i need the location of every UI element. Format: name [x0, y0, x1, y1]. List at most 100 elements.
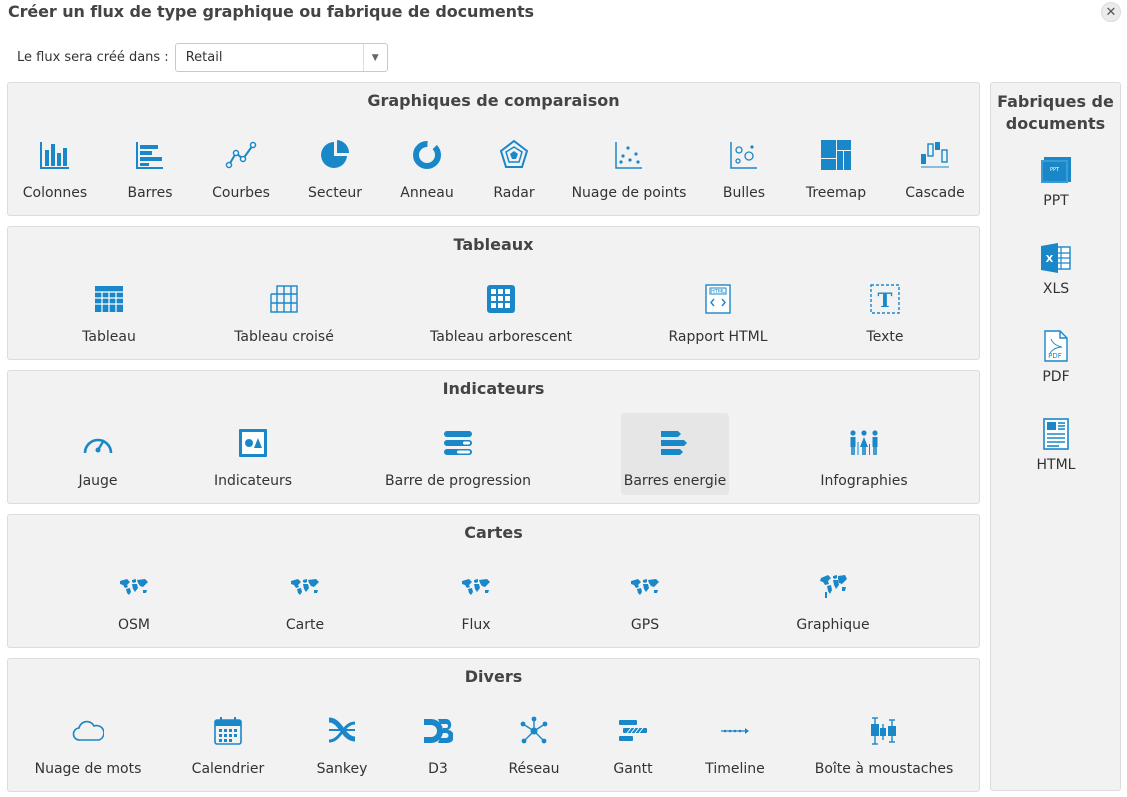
dialog-title: Créer un flux de type graphique ou fabri…: [8, 2, 534, 21]
close-button[interactable]: ✕: [1101, 2, 1121, 22]
energy-bars-icon: [658, 426, 692, 460]
section-title: Indicateurs: [442, 379, 545, 398]
section-document-factories: Fabriques de documents PPT PPT X XLS PDF…: [990, 82, 1121, 791]
cloud-icon: [71, 714, 105, 748]
chart-type-radar[interactable]: Radar: [460, 125, 568, 207]
chart-type-lines[interactable]: Courbes: [187, 125, 295, 207]
chart-type-infographics[interactable]: Infographies: [810, 413, 918, 495]
item-label: Rapport HTML: [668, 329, 768, 345]
chart-type-table[interactable]: Tableau: [55, 269, 163, 351]
waterfall-chart-icon: [918, 138, 952, 172]
section-title: Fabriques de documents: [997, 92, 1114, 133]
section-comparison: Graphiques de comparaison Colonnes Barre…: [7, 82, 980, 216]
item-label: Tableau croisé: [234, 329, 334, 345]
chart-type-energy-bars[interactable]: Barres energie: [621, 413, 729, 495]
chart-type-columns[interactable]: Colonnes: [1, 125, 109, 207]
chart-type-tree-table[interactable]: Tableau arborescent: [426, 269, 576, 351]
item-label: Barres energie: [623, 473, 727, 489]
item-label: OSM: [118, 617, 150, 633]
factory-pdf[interactable]: PDF PDF: [1006, 329, 1106, 409]
factory-ppt[interactable]: PPT PPT: [1006, 153, 1106, 233]
item-label: Texte: [866, 329, 904, 345]
section-misc: Divers Nuage de mots Calendrier Sankey D…: [7, 658, 980, 792]
pdf-file-icon: PDF: [1039, 329, 1073, 363]
chart-type-flow[interactable]: Flux: [422, 557, 530, 639]
progress-bar-icon: [441, 426, 475, 460]
chart-type-map[interactable]: Carte: [251, 557, 359, 639]
html-file-icon: [1039, 417, 1073, 451]
pivot-table-icon: [267, 282, 301, 316]
world-map-icon: [628, 570, 662, 604]
chart-type-scatter[interactable]: Nuage de points: [554, 125, 704, 207]
item-label: Sankey: [316, 761, 368, 777]
chart-type-gauge[interactable]: Jauge: [44, 413, 152, 495]
item-label: Réseau: [508, 761, 560, 777]
item-label: Nuage de points: [571, 185, 687, 201]
item-label: Treemap: [805, 185, 867, 201]
target-label: Le flux sera créé dans :: [17, 50, 169, 65]
globe-icon: [816, 570, 850, 604]
target-select[interactable]: Retail ▼: [174, 43, 388, 72]
chart-type-text[interactable]: T Texte: [831, 269, 939, 351]
gantt-icon: [616, 714, 650, 748]
column-chart-icon: [38, 138, 72, 172]
boxplot-icon: [867, 714, 901, 748]
chart-type-network[interactable]: Réseau: [480, 701, 588, 783]
target-select-value: Retail: [185, 50, 223, 65]
ppt-badge: PPT: [1050, 167, 1060, 173]
pdf-badge: PDF: [1048, 352, 1062, 360]
chart-type-graph-map[interactable]: Graphique: [779, 557, 887, 639]
chart-type-kpi[interactable]: Indicateurs: [199, 413, 307, 495]
chart-type-d3[interactable]: D3: [384, 701, 492, 783]
gauge-icon: [81, 426, 115, 460]
chart-type-timeline[interactable]: Timeline: [681, 701, 789, 783]
html-report-icon: HTML: [701, 282, 735, 316]
item-label: Infographies: [820, 473, 908, 489]
svg-text:HTML: HTML: [711, 289, 725, 295]
chart-type-calendar[interactable]: Calendrier: [174, 701, 282, 783]
item-label: Courbes: [212, 185, 270, 201]
chart-type-sankey[interactable]: Sankey: [288, 701, 396, 783]
item-label: D3: [428, 761, 448, 777]
world-map-icon: [288, 570, 322, 604]
item-label: Flux: [461, 617, 491, 633]
chart-type-progress-bar[interactable]: Barre de progression: [383, 413, 533, 495]
treemap-icon: [819, 138, 853, 172]
item-label: XLS: [1042, 281, 1070, 297]
chart-type-osm[interactable]: OSM: [80, 557, 188, 639]
line-chart-icon: [224, 138, 258, 172]
section-tables: Tableaux Tableau Tableau croisé Tableau …: [7, 226, 980, 360]
chart-type-word-cloud[interactable]: Nuage de mots: [34, 701, 142, 783]
factory-xls[interactable]: X XLS: [1006, 241, 1106, 321]
chart-type-gantt[interactable]: Gantt: [579, 701, 687, 783]
chart-type-html-report[interactable]: HTML Rapport HTML: [664, 269, 772, 351]
kpi-icon: [236, 426, 270, 460]
table-icon: [92, 282, 126, 316]
item-label: Carte: [285, 617, 325, 633]
item-label: Jauge: [78, 473, 118, 489]
chart-type-treemap[interactable]: Treemap: [782, 125, 890, 207]
donut-chart-icon: [410, 138, 444, 172]
xls-badge: X: [1046, 254, 1054, 265]
section-title: Divers: [464, 667, 523, 686]
scatter-chart-icon: [612, 138, 646, 172]
bubble-chart-icon: [727, 138, 761, 172]
radar-chart-icon: [497, 138, 531, 172]
section-title: Graphiques de comparaison: [367, 91, 620, 110]
chart-type-gps[interactable]: GPS: [591, 557, 699, 639]
chart-type-boxplot[interactable]: Boîte à moustaches: [809, 701, 959, 783]
sankey-icon: [325, 714, 359, 748]
chart-type-waterfall[interactable]: Cascade: [881, 125, 989, 207]
item-label: HTML: [1036, 457, 1076, 473]
item-label: Graphique: [796, 617, 870, 633]
item-label: Tableau: [82, 329, 136, 345]
ppt-file-icon: PPT: [1039, 153, 1073, 187]
item-label: Gantt: [613, 761, 653, 777]
chevron-down-icon[interactable]: ▼: [362, 44, 387, 71]
section-indicators: Indicateurs Jauge Indicateurs Barre de p…: [7, 370, 980, 504]
factory-html[interactable]: HTML: [1006, 417, 1106, 497]
item-label: PPT: [1043, 193, 1069, 209]
section-title: Tableaux: [453, 235, 534, 254]
section-maps: Cartes OSM Carte Flux GPS Graphique: [7, 514, 980, 648]
chart-type-pivot-table[interactable]: Tableau croisé: [230, 269, 338, 351]
